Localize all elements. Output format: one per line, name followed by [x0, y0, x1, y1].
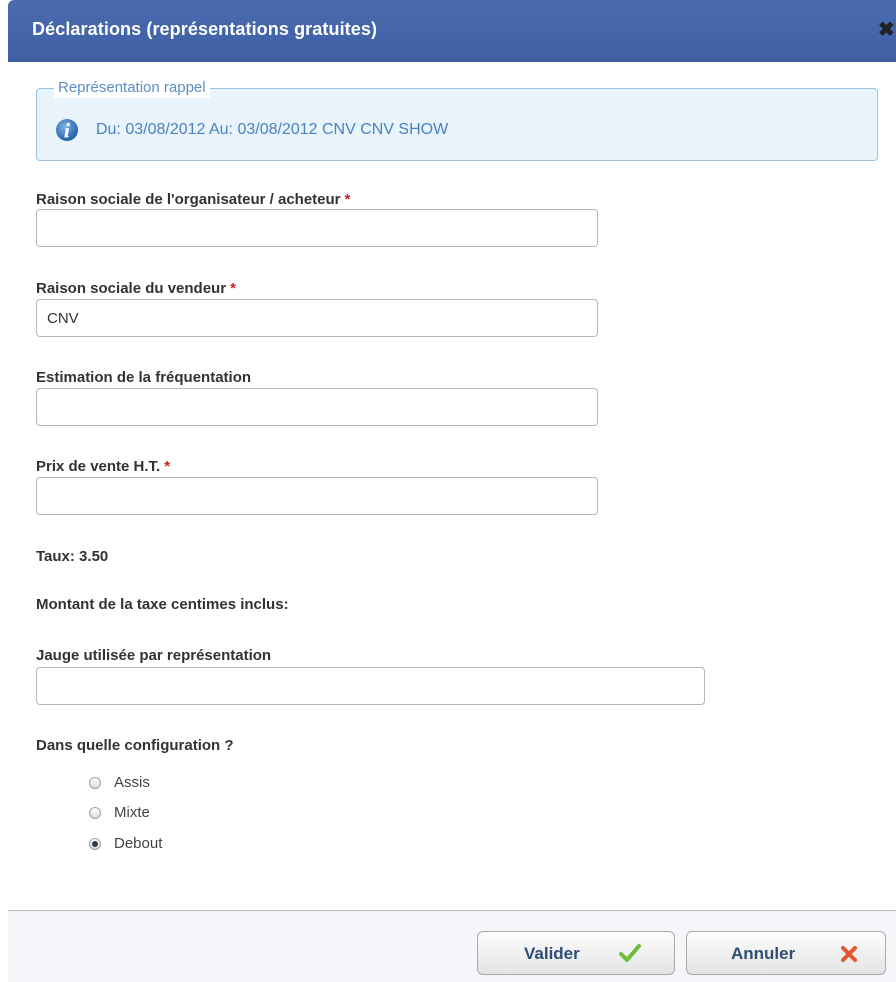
seller-input[interactable]: [36, 299, 598, 337]
price-input[interactable]: [36, 477, 598, 515]
validate-button[interactable]: Valider: [477, 931, 675, 975]
checkmark-icon: [619, 944, 641, 962]
price-label: Prix de vente H.T. *: [36, 458, 170, 476]
radio-button[interactable]: [89, 777, 101, 789]
tax-amount-label: Montant de la taxe centimes inclus:: [36, 596, 289, 613]
radio-button[interactable]: [89, 807, 101, 819]
validate-label: Valider: [524, 944, 580, 963]
price-label-text: Prix de vente H.T.: [36, 458, 161, 475]
gauge-label-text: Jauge utilisée par représentation: [36, 647, 272, 664]
seller-label: Raison sociale du vendeur *: [36, 280, 236, 298]
close-icon[interactable]: ✖: [878, 18, 896, 42]
required-mark: *: [230, 280, 236, 297]
configuration-label: Dans quelle configuration ?: [36, 737, 234, 754]
attendance-label: Estimation de la fréquentation: [36, 369, 251, 387]
organizer-input[interactable]: [36, 209, 598, 247]
gauge-input[interactable]: [36, 667, 705, 705]
radio-button-selected[interactable]: [89, 838, 101, 850]
radio-label[interactable]: Debout: [114, 835, 162, 853]
radio-label[interactable]: Mixte: [114, 804, 150, 822]
organizer-label-text: Raison sociale de l'organisateur / achet…: [36, 191, 341, 208]
attendance-label-text: Estimation de la fréquentation: [36, 369, 252, 386]
cross-icon: [841, 946, 857, 962]
reminder-legend: Représentation rappel: [54, 78, 210, 98]
dialog-titlebar: Déclarations (représentations gratuites)…: [8, 0, 896, 62]
attendance-input[interactable]: [36, 388, 598, 426]
rate-text: Taux: 3.50: [36, 548, 109, 565]
seller-label-text: Raison sociale du vendeur: [36, 280, 227, 297]
cancel-label: Annuler: [731, 944, 796, 963]
required-mark: *: [164, 458, 171, 475]
info-icon: [56, 119, 78, 141]
organizer-label: Raison sociale de l'organisateur / achet…: [36, 191, 350, 209]
radio-label[interactable]: Assis: [114, 774, 150, 792]
required-mark: *: [344, 191, 351, 208]
reminder-text: Du: 03/08/2012 Au: 03/08/2012 CNV CNV SH…: [96, 121, 449, 138]
dialog-title: Déclarations (représentations gratuites): [32, 19, 378, 39]
cancel-button[interactable]: Annuler: [686, 931, 886, 975]
gauge-label: Jauge utilisée par représentation: [36, 647, 271, 665]
